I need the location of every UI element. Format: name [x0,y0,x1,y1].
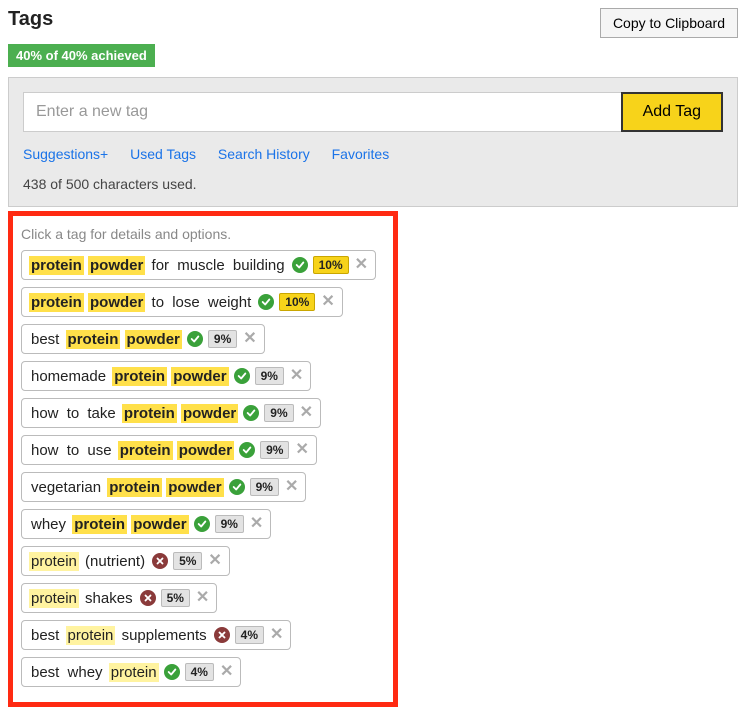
char-count: 438 of 500 characters used. [23,176,723,192]
check-icon [194,516,210,532]
tag-text: protein shakes [29,590,135,607]
remove-tag-icon[interactable]: ✕ [355,257,368,273]
tag-text: how to use protein powder [29,442,234,459]
link-row: Suggestions+ Used Tags Search History Fa… [23,146,723,162]
tag-pill[interactable]: whey protein powder 9% ✕ [21,509,271,539]
x-circle-icon [140,590,156,606]
tag-pill[interactable]: how to use protein powder 9% ✕ [21,435,317,465]
remove-tag-icon[interactable]: ✕ [270,627,283,643]
tag-input[interactable] [23,92,621,132]
pct-badge: 9% [260,441,289,459]
tags-hint: Click a tag for details and options. [21,226,385,242]
remove-tag-icon[interactable]: ✕ [300,405,313,421]
tag-pill[interactable]: protein powder for muscle building 10% ✕ [21,250,376,280]
remove-tag-icon[interactable]: ✕ [196,590,209,606]
tags-area: Click a tag for details and options. pro… [8,211,398,707]
pct-badge: 9% [250,478,279,496]
tags-list: protein powder for muscle building10%✕pr… [21,250,385,694]
tag-pill[interactable]: homemade protein powder 9% ✕ [21,361,311,391]
x-circle-icon [152,553,168,569]
tag-text: protein powder for muscle building [29,257,287,274]
tag-text: how to take protein powder [29,405,238,422]
tag-pill[interactable]: best whey protein4%✕ [21,657,241,687]
remove-tag-icon[interactable]: ✕ [295,442,308,458]
pct-badge: 9% [264,404,293,422]
tag-text: protein (nutrient) [29,553,147,570]
add-tag-button[interactable]: Add Tag [621,92,723,132]
tag-pill[interactable]: best protein powder 9% ✕ [21,324,265,354]
remove-tag-icon[interactable]: ✕ [321,294,334,310]
check-icon [239,442,255,458]
tag-text: whey protein powder [29,516,189,533]
check-icon [258,294,274,310]
tag-text: best protein supplements [29,627,209,644]
pct-badge: 10% [279,293,315,311]
pct-badge: 5% [161,589,190,607]
pct-badge: 9% [208,330,237,348]
pct-badge: 10% [313,256,349,274]
remove-tag-icon[interactable]: ✕ [290,368,303,384]
tag-pill[interactable]: protein (nutrient) 5% ✕ [21,546,230,576]
pct-badge: 4% [235,626,264,644]
check-icon [243,405,259,421]
remove-tag-icon[interactable]: ✕ [250,516,263,532]
check-icon [187,331,203,347]
achieved-badge: 40% of 40% achieved [8,44,155,67]
suggestions-link[interactable]: Suggestions+ [23,146,108,162]
pct-badge: 9% [215,515,244,533]
search-history-link[interactable]: Search History [218,146,310,162]
input-panel: Add Tag Suggestions+ Used Tags Search Hi… [8,77,738,207]
tag-text: best protein powder [29,331,182,348]
remove-tag-icon[interactable]: ✕ [285,479,298,495]
used-tags-link[interactable]: Used Tags [130,146,196,162]
check-icon [234,368,250,384]
check-icon [292,257,308,273]
tag-text: homemade protein powder [29,368,229,385]
copy-clipboard-button[interactable]: Copy to Clipboard [600,8,738,38]
tag-pill[interactable]: best protein supplements 4% ✕ [21,620,291,650]
pct-badge: 4% [185,663,214,681]
tag-pill[interactable]: protein powder to lose weight 10% ✕ [21,287,343,317]
remove-tag-icon[interactable]: ✕ [208,553,221,569]
tag-text: vegetarian protein powder [29,479,224,496]
tag-text: protein powder to lose weight [29,294,253,311]
pct-badge: 9% [255,367,284,385]
check-icon [229,479,245,495]
x-circle-icon [214,627,230,643]
tag-pill[interactable]: vegetarian protein powder 9% ✕ [21,472,306,502]
tag-pill[interactable]: protein shakes 5% ✕ [21,583,217,613]
tag-pill[interactable]: how to take protein powder 9% ✕ [21,398,321,428]
page-title: Tags [8,8,53,31]
pct-badge: 5% [173,552,202,570]
remove-tag-icon[interactable]: ✕ [243,331,256,347]
favorites-link[interactable]: Favorites [332,146,390,162]
